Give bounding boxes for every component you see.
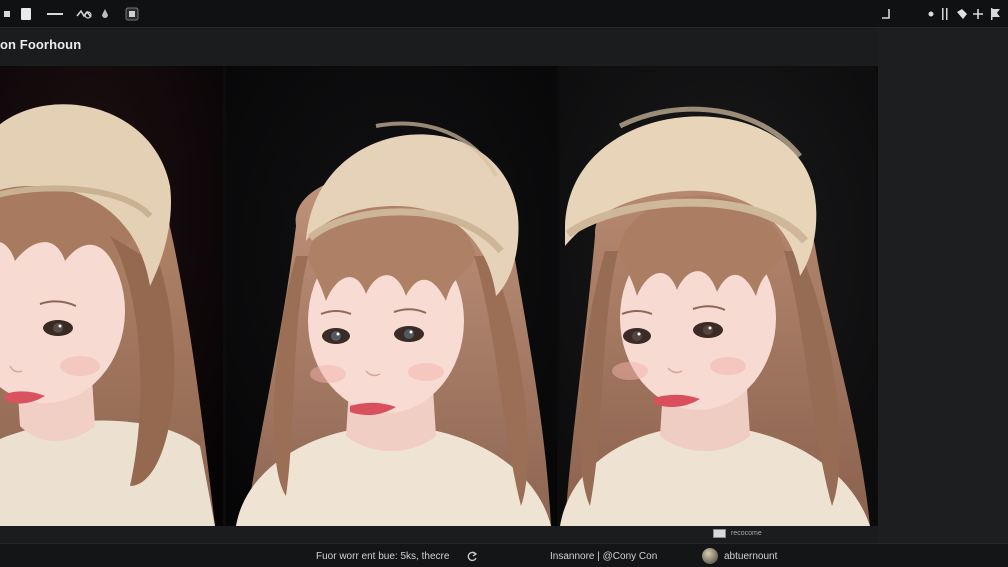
drop-icon[interactable] <box>100 6 110 22</box>
document-icon[interactable] <box>18 6 34 22</box>
square-icon[interactable] <box>2 6 12 22</box>
status-middle-text: Insannore | @Cony Con <box>550 551 658 562</box>
user-name[interactable]: abtuernount <box>724 551 777 562</box>
portrait-image-2[interactable] <box>226 66 557 526</box>
cursor-icon[interactable] <box>972 6 984 22</box>
side-panel <box>878 28 1008 543</box>
portrait-image-1[interactable] <box>0 66 223 526</box>
file-icon[interactable] <box>124 6 140 22</box>
link-icon[interactable] <box>74 6 94 22</box>
flag-icon[interactable] <box>990 6 1002 22</box>
app-window: on Foorhoun recocome Fuor worr ent bue: … <box>0 0 1008 567</box>
split-icon[interactable] <box>940 6 950 22</box>
page-title: on Foorhoun <box>0 37 82 52</box>
image-grid <box>0 66 878 526</box>
grid-caption: recocome <box>713 529 762 538</box>
dot-icon[interactable] <box>926 6 936 22</box>
corner-icon[interactable] <box>880 6 892 22</box>
rotate-icon[interactable] <box>955 6 969 22</box>
minus-icon[interactable] <box>46 6 64 22</box>
portrait-image-3[interactable] <box>560 66 876 526</box>
avatar[interactable] <box>702 548 718 564</box>
caption-text: recocome <box>731 530 762 537</box>
thumbnail-icon <box>713 529 726 538</box>
refresh-icon[interactable] <box>466 550 478 567</box>
status-left-text: Fuor worr ent bue: 5ks, thecre <box>316 551 450 562</box>
status-bar: Fuor worr ent bue: 5ks, thecre Insannore… <box>0 543 1008 567</box>
top-toolbar <box>0 0 1008 28</box>
